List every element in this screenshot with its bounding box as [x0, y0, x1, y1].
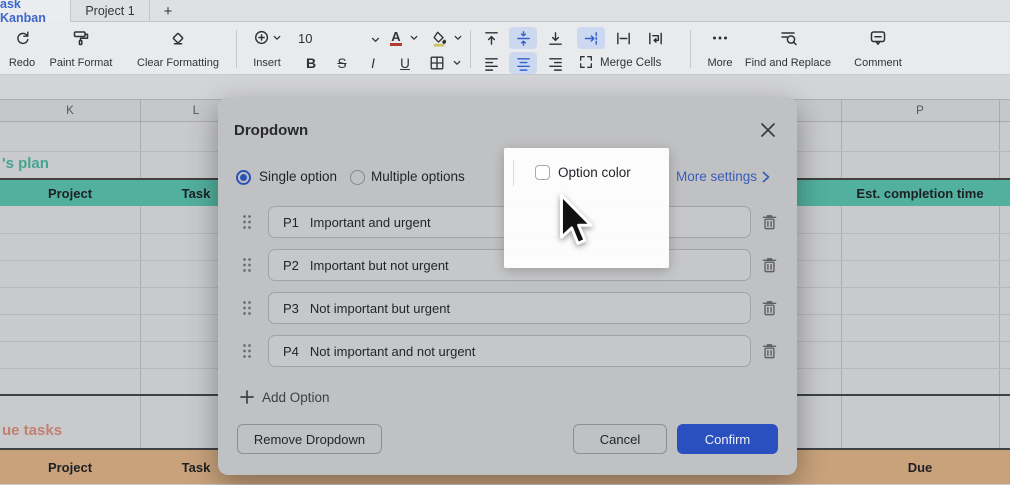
underline-button[interactable]: U [392, 52, 418, 74]
align-right-button[interactable] [541, 52, 569, 74]
fill-color-button[interactable] [426, 27, 452, 49]
tab-project-1[interactable]: Project 1 [71, 0, 150, 22]
drag-handle-icon[interactable] [242, 257, 252, 273]
more-settings-link[interactable]: More settings [676, 169, 770, 184]
trash-icon[interactable] [761, 342, 778, 360]
plus-icon [240, 390, 254, 404]
clear-formatting-icon [169, 28, 187, 47]
drag-handle-icon[interactable] [242, 214, 252, 230]
gridline [841, 122, 842, 484]
merge-cells-icon [578, 54, 594, 73]
add-sheet-button[interactable]: + [150, 0, 186, 22]
fill-color-icon [431, 30, 447, 47]
add-option-button[interactable]: Add Option [240, 387, 330, 407]
confirm-button[interactable]: Confirm [677, 424, 778, 454]
text-wrap-button[interactable] [641, 27, 669, 49]
align-middle-button[interactable] [509, 27, 537, 49]
fill-color-chevron[interactable] [452, 27, 464, 49]
italic-button[interactable]: I [361, 52, 385, 74]
option-color-label: Option color [558, 165, 631, 180]
drag-handle-icon[interactable] [242, 300, 252, 316]
font-color-chevron[interactable] [408, 27, 420, 49]
dialog-title: Dropdown [234, 122, 308, 139]
borders-chevron[interactable] [450, 52, 464, 74]
column-header-k[interactable]: K [0, 100, 140, 122]
option-input[interactable]: P4Not important and not urgent [268, 335, 751, 367]
column-header-p[interactable]: P [841, 100, 999, 122]
overdue-header-due: Due [841, 450, 999, 484]
remove-dropdown-button[interactable]: Remove Dropdown [237, 424, 382, 454]
toolbar-divider [236, 30, 237, 68]
plan-section-title: 's plan [2, 155, 49, 172]
font-size-select[interactable]: 10 [298, 27, 380, 49]
close-icon[interactable] [758, 120, 778, 140]
option-row: P4Not important and not urgent [218, 335, 797, 367]
merge-cells-button[interactable]: Merge Cells [578, 52, 661, 74]
trash-icon[interactable] [761, 256, 778, 274]
plan-header-est: Est. completion time [841, 180, 999, 206]
chevron-down-icon [371, 31, 380, 46]
redo-button[interactable]: Redo [0, 26, 44, 72]
vertical-divider [513, 160, 514, 186]
tab-task-kanban[interactable]: ask Kanban [0, 0, 71, 22]
overdue-header-project: Project [0, 450, 140, 484]
multiple-options-label: Multiple options [371, 169, 465, 184]
option-input[interactable]: P3Not important but urgent [268, 292, 751, 324]
cancel-button[interactable]: Cancel [573, 424, 667, 454]
multiple-options-radio[interactable] [350, 170, 365, 185]
trash-icon[interactable] [761, 299, 778, 317]
toolbar-divider [470, 30, 471, 68]
paint-format-button[interactable]: Paint Format [44, 26, 118, 72]
font-color-button[interactable]: A [384, 27, 408, 49]
chevron-right-icon [762, 171, 770, 183]
find-and-replace-button[interactable]: Find and Replace [736, 26, 840, 72]
comment-button[interactable]: Comment [842, 26, 914, 72]
redo-icon [14, 28, 31, 47]
insert-icon [254, 28, 281, 47]
align-left-button[interactable] [477, 52, 505, 74]
single-option-label: Single option [259, 169, 337, 184]
drag-handle-icon[interactable] [242, 343, 252, 359]
single-option-radio[interactable] [236, 170, 251, 185]
app-window: ask Kanban Project 1 + Redo Paint Format… [0, 0, 1010, 485]
text-overflow-button[interactable] [577, 27, 605, 49]
option-row: P3Not important but urgent [218, 292, 797, 324]
option-color-checkbox[interactable] [535, 165, 550, 180]
comment-icon [869, 28, 887, 47]
font-color-icon: A [390, 30, 401, 46]
gridline [140, 122, 141, 484]
align-bottom-button[interactable] [541, 27, 569, 49]
paint-format-icon [72, 28, 90, 47]
font-size-value: 10 [298, 31, 312, 46]
align-center-button[interactable] [509, 52, 537, 74]
trash-icon[interactable] [761, 213, 778, 231]
find-and-replace-icon [779, 28, 797, 47]
more-icon [711, 28, 729, 47]
toolbar: Redo Paint Format Clear Formatting Inser… [0, 22, 1010, 75]
align-top-button[interactable] [477, 27, 505, 49]
bold-button[interactable]: B [298, 52, 324, 74]
borders-button[interactable] [424, 52, 450, 74]
text-clip-button[interactable] [609, 27, 637, 49]
gridline [999, 122, 1000, 484]
insert-button[interactable]: Insert [242, 26, 292, 72]
sheet-tab-bar: ask Kanban Project 1 + [0, 0, 1010, 22]
overdue-section-title: ue tasks [2, 422, 62, 439]
toolbar-divider [690, 30, 691, 68]
clear-formatting-button[interactable]: Clear Formatting [126, 26, 230, 72]
strikethrough-button[interactable]: S [330, 52, 354, 74]
plan-header-project: Project [0, 180, 140, 206]
mouse-cursor-icon [553, 192, 593, 253]
